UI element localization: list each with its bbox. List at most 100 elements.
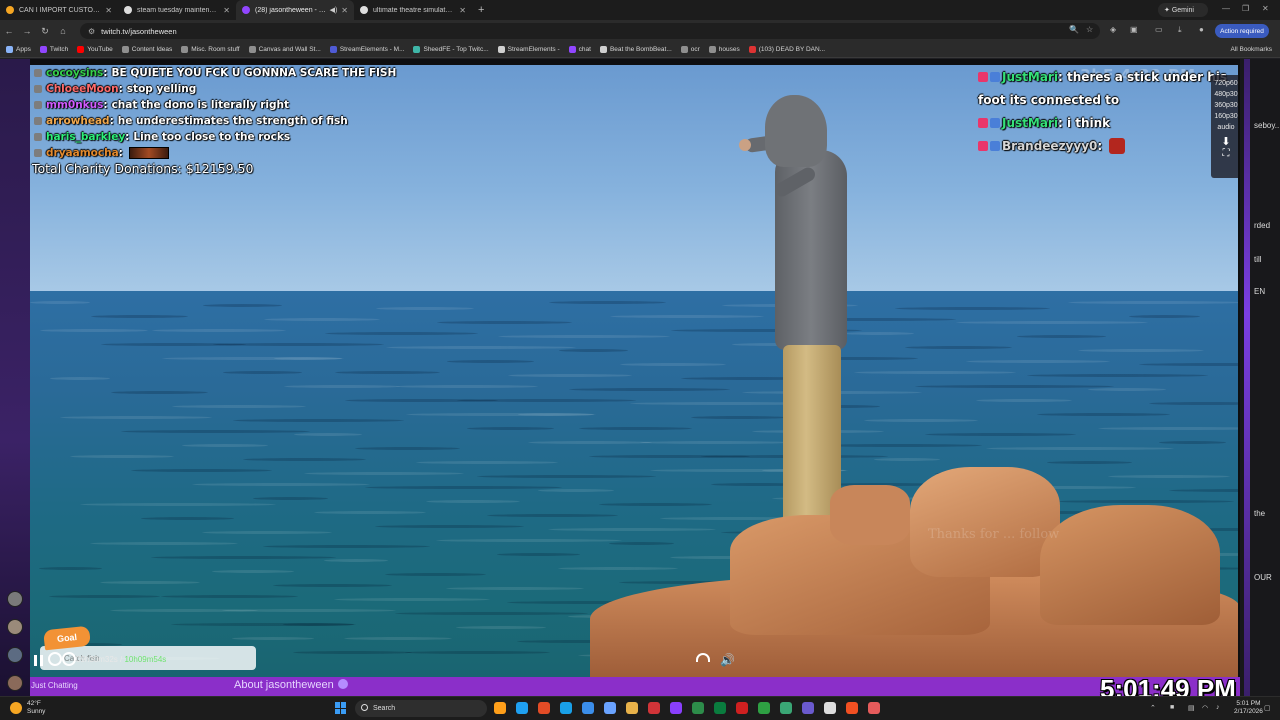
system-clock[interactable]: 5:01 PM 2/17/2026 bbox=[1234, 700, 1263, 716]
minimize-icon[interactable]: — bbox=[1222, 4, 1230, 13]
taskbar-app-icon[interactable] bbox=[758, 702, 770, 714]
bookmark-item[interactable]: ocr bbox=[680, 46, 700, 53]
network-icon[interactable]: ▤ bbox=[1188, 704, 1195, 712]
extensions-puzzle-icon[interactable]: ▣ bbox=[1130, 25, 1138, 34]
browser-tab[interactable]: steam tuesday maintenance - G ✕ bbox=[118, 0, 236, 20]
gemini-button[interactable]: ✦ Gemini bbox=[1158, 3, 1208, 17]
windows-start-icon[interactable] bbox=[335, 702, 347, 714]
quality-option[interactable]: 160p30 bbox=[1211, 111, 1238, 122]
speaker-icon[interactable]: ♪ bbox=[1216, 704, 1220, 711]
notifications-icon[interactable]: ▢ bbox=[1264, 704, 1271, 712]
extension-icon[interactable]: ◈ bbox=[1110, 25, 1116, 34]
taskbar-app-icon[interactable] bbox=[670, 702, 682, 714]
new-tab-icon[interactable]: + bbox=[478, 4, 484, 16]
quality-option[interactable]: 360p30 bbox=[1211, 100, 1238, 111]
browser-tab[interactable]: (28) jasontheween - Twitch◀)✕ bbox=[236, 0, 354, 20]
tray-chevron-icon[interactable]: ⌃ bbox=[1150, 704, 1156, 712]
taskbar-app-icon[interactable] bbox=[692, 702, 704, 714]
reload-icon[interactable]: ↻ bbox=[36, 26, 54, 37]
quality-option[interactable]: 480p30 bbox=[1211, 89, 1238, 100]
category-link[interactable]: Just Chatting bbox=[31, 681, 78, 690]
taskbar-app-icon[interactable] bbox=[802, 702, 814, 714]
site-info-icon[interactable]: ⚙ bbox=[88, 27, 95, 36]
chat-badge-icon bbox=[990, 117, 1000, 128]
close-tab-icon[interactable]: ✕ bbox=[105, 6, 112, 15]
pause-icon[interactable] bbox=[34, 655, 44, 666]
taskbar-app-icon[interactable] bbox=[824, 702, 836, 714]
home-icon[interactable]: ⌂ bbox=[54, 26, 72, 36]
channel-avatar[interactable] bbox=[7, 647, 23, 663]
quality-option[interactable]: 720p60 bbox=[1211, 78, 1238, 89]
quality-option[interactable]: audio bbox=[1211, 122, 1238, 133]
tab-title: (28) jasontheween - Twitch bbox=[255, 6, 327, 14]
taskbar-app-icon[interactable] bbox=[714, 702, 726, 714]
bookmark-item[interactable]: YouTube bbox=[77, 46, 113, 53]
taskbar-search[interactable]: Search bbox=[355, 700, 487, 717]
maximize-icon[interactable]: ❐ bbox=[1242, 4, 1249, 13]
url-input[interactable]: ⚙ twitch.tv/jasontheween bbox=[80, 23, 1100, 39]
wave-texture bbox=[956, 321, 1148, 324]
taskbar-app-icon[interactable] bbox=[736, 702, 748, 714]
channel-avatar[interactable] bbox=[7, 619, 23, 635]
download-arrow-icon[interactable]: ⬇ bbox=[1211, 135, 1238, 148]
browser-tab[interactable]: ultimate theatre simulator i am✕ bbox=[354, 0, 472, 20]
bookmark-item[interactable]: StreamElements - bbox=[497, 46, 560, 53]
chat-message: foot its connected to bbox=[978, 92, 1120, 107]
taskbar-app-icon[interactable] bbox=[626, 702, 638, 714]
channel-avatar[interactable] bbox=[7, 675, 23, 691]
taskbar-app-icon[interactable] bbox=[846, 702, 858, 714]
bookmark-item[interactable]: houses bbox=[708, 46, 740, 53]
taskbar-app-icon[interactable] bbox=[538, 702, 550, 714]
taskbar-app-icon[interactable] bbox=[582, 702, 594, 714]
volume-icon[interactable]: 🔊 bbox=[720, 653, 736, 667]
close-tab-icon[interactable]: ✕ bbox=[223, 6, 230, 15]
bookmark-item[interactable]: StreamElements - M... bbox=[329, 46, 404, 53]
bookmark-item[interactable]: Canvas and Wall St... bbox=[248, 46, 321, 53]
forward-icon[interactable] bbox=[62, 652, 76, 666]
close-tab-icon[interactable]: ✕ bbox=[459, 6, 466, 15]
tray-app-icon[interactable]: ■ bbox=[1170, 704, 1174, 711]
bookmark-item[interactable]: (103) DEAD BY DAN... bbox=[748, 46, 825, 53]
zoom-icon[interactable]: 🔍 bbox=[1069, 25, 1079, 34]
about-channel[interactable]: About jasontheween bbox=[234, 679, 348, 691]
weather-widget[interactable]: 42°F Sunny bbox=[10, 700, 45, 716]
all-bookmarks-button[interactable]: All Bookmarks bbox=[1230, 46, 1272, 53]
taskbar-app-icon[interactable] bbox=[868, 702, 880, 714]
profile-icon[interactable]: ● bbox=[1199, 25, 1204, 34]
bookmark-item[interactable]: Misc. Room stuff bbox=[181, 46, 240, 53]
back-icon[interactable]: ← bbox=[0, 26, 18, 36]
wave-texture bbox=[538, 489, 614, 492]
browser-tab[interactable]: CAN I IMPORT CUSTOM MOVIES ✕ bbox=[0, 0, 118, 20]
wave-texture bbox=[1139, 363, 1238, 366]
taskbar-app-icon[interactable] bbox=[604, 702, 616, 714]
rewind-icon[interactable] bbox=[48, 652, 62, 666]
bookmark-item[interactable]: chat bbox=[568, 46, 591, 53]
side-panel-icon[interactable]: ▭ bbox=[1155, 25, 1163, 34]
forward-icon[interactable]: → bbox=[18, 26, 36, 36]
fullscreen-icon[interactable]: ⛶ bbox=[1211, 148, 1238, 159]
taskbar-app-icon[interactable] bbox=[516, 702, 528, 714]
action-required-button[interactable]: Action required bbox=[1215, 24, 1269, 38]
tab-audio-icon[interactable]: ◀) bbox=[330, 6, 338, 14]
video-player[interactable]: Thanks for ... follow cocoysins: BE QUIET… bbox=[30, 65, 1238, 677]
taskbar-app-icon[interactable] bbox=[494, 702, 506, 714]
chat-panel-text: till bbox=[1254, 255, 1262, 264]
playback-speed-icon[interactable] bbox=[696, 653, 710, 662]
close-tab-icon[interactable]: ✕ bbox=[341, 6, 348, 15]
wifi-icon[interactable]: ◠ bbox=[1202, 704, 1208, 712]
wave-texture bbox=[344, 637, 452, 640]
bookmark-item[interactable]: Apps bbox=[6, 46, 31, 53]
taskbar-app-icon[interactable] bbox=[648, 702, 660, 714]
bookmark-item[interactable]: Content Ideas bbox=[121, 46, 172, 53]
bookmark-item[interactable]: Beat the BombBeat... bbox=[599, 46, 672, 53]
bookmark-item[interactable]: Twitch bbox=[39, 46, 68, 53]
taskbar-app-icon[interactable] bbox=[560, 702, 572, 714]
chat-separator: : bbox=[109, 115, 114, 127]
bookmark-item[interactable]: SheedFE - Top Twitc... bbox=[413, 46, 489, 53]
bookmark-label: Apps bbox=[16, 46, 31, 53]
taskbar-app-icon[interactable] bbox=[780, 702, 792, 714]
close-window-icon[interactable]: ✕ bbox=[1262, 4, 1269, 13]
download-icon[interactable]: ⤓ bbox=[1178, 25, 1182, 35]
bookmark-star-icon[interactable]: ☆ bbox=[1086, 25, 1093, 34]
channel-avatar[interactable] bbox=[7, 591, 23, 607]
